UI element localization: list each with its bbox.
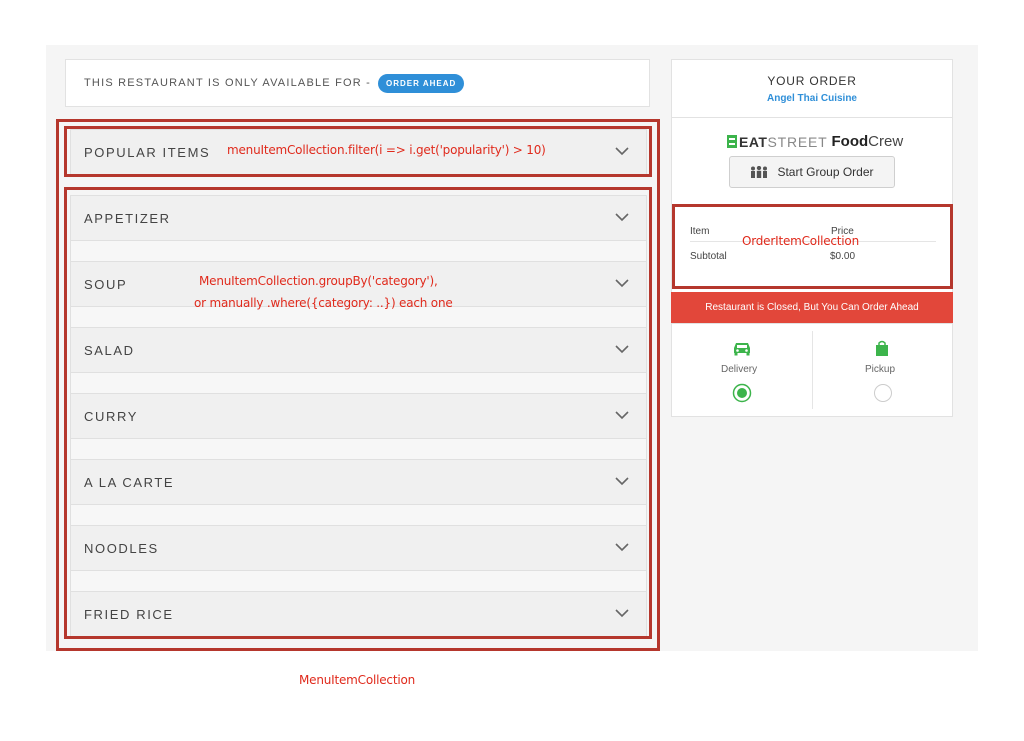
menu-collection-annotation: MenuItemCollection bbox=[299, 673, 416, 687]
categories-outline bbox=[64, 187, 652, 639]
grouped-annotation-line1: MenuItemCollection.groupBy('category'), bbox=[199, 274, 438, 288]
your-order-header: YOUR ORDER Angel Thai Cuisine bbox=[671, 59, 953, 118]
car-icon bbox=[734, 343, 750, 356]
pickup-radio[interactable] bbox=[873, 383, 893, 403]
closed-notice: Restaurant is Closed, But You Can Order … bbox=[671, 292, 953, 323]
order-items-annotation: OrderItemCollection bbox=[742, 234, 859, 248]
logo-food: Food bbox=[831, 133, 869, 150]
popular-annotation: menuItemCollection.filter(i => i.get('po… bbox=[227, 143, 546, 157]
logo-crew: Crew bbox=[868, 133, 904, 150]
grouped-annotation-line2: or manually .where({category: ..}) each … bbox=[194, 296, 453, 310]
shopping-bag-icon bbox=[876, 340, 888, 356]
delivery-radio[interactable] bbox=[732, 383, 752, 403]
eatstreet-foodcrew-logo: EAT STREET Food Crew bbox=[727, 133, 903, 150]
delivery-label: Delivery bbox=[721, 364, 758, 375]
logo-eat: EAT bbox=[739, 133, 768, 150]
order-ahead-badge: ORDER AHEAD bbox=[378, 73, 465, 93]
group-people-icon bbox=[751, 166, 768, 178]
your-order-title: YOUR ORDER bbox=[767, 74, 857, 88]
availability-text: THIS RESTAURANT IS ONLY AVAILABLE FOR - bbox=[84, 77, 372, 89]
option-divider bbox=[812, 331, 813, 409]
availability-banner: THIS RESTAURANT IS ONLY AVAILABLE FOR - … bbox=[65, 59, 650, 107]
start-group-order-button[interactable]: Start Group Order bbox=[729, 156, 895, 188]
restaurant-name[interactable]: Angel Thai Cuisine bbox=[672, 93, 952, 104]
start-group-order-label: Start Group Order bbox=[777, 165, 874, 179]
logo-street: STREET bbox=[767, 133, 828, 150]
pickup-label: Pickup bbox=[865, 364, 896, 375]
eatstreet-logo-icon bbox=[727, 135, 737, 148]
